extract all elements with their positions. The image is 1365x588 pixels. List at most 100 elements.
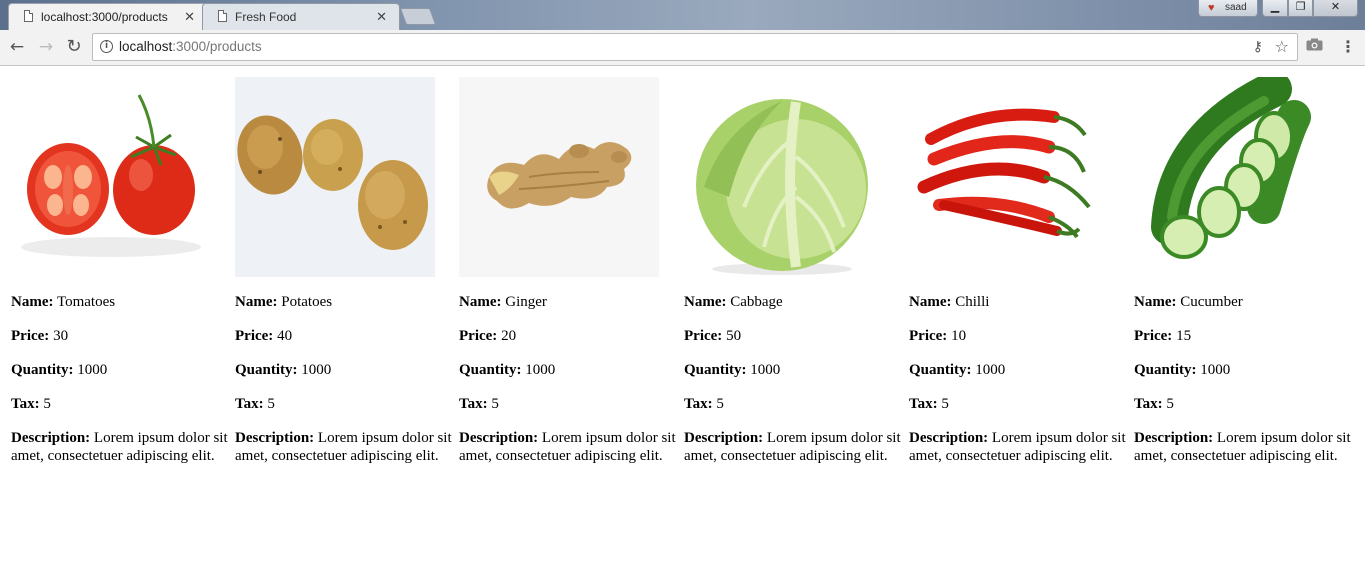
product-quantity: Quantity: 1000 [909,361,1127,379]
product-name: Name: Tomatoes [11,293,229,311]
profile-name: saad [1225,2,1247,13]
tab-fresh-food[interactable]: Fresh Food ✕ [202,3,400,30]
page-icon [218,10,227,22]
product-quantity: Quantity: 1000 [1134,361,1352,379]
profile-button[interactable]: ♥ saad [1198,0,1258,17]
product-description: Description: Lorem ipsum dolor sit amet,… [684,429,902,465]
tax-label: Tax: [235,396,264,412]
description-label: Description: [1134,430,1214,446]
price-value: 50 [726,328,742,344]
name-label: Name: [235,294,278,310]
forward-arrow-icon[interactable]: → [35,36,57,58]
price-value: 30 [53,328,69,344]
description-label: Description: [459,430,539,446]
product-tax: Tax: 5 [909,395,1127,413]
close-tab-icon[interactable]: ✕ [184,4,195,30]
product-card: Name: Tomatoes Price: 30 Quantity: 1000 … [11,77,229,464]
potato-image [235,77,435,277]
product-price: Price: 15 [1134,327,1352,345]
back-arrow-icon[interactable]: ← [6,36,28,58]
product-quantity: Quantity: 1000 [11,361,229,379]
product-name: Name: Cucumber [1134,293,1352,311]
close-tab-icon[interactable]: ✕ [376,4,387,30]
quantity-label: Quantity: [1134,362,1197,378]
name-value: Ginger [505,294,547,310]
product-description: Description: Lorem ipsum dolor sit amet,… [11,429,229,465]
price-label: Price: [1134,328,1173,344]
tomato-image [11,77,211,277]
close-window-button[interactable]: ✕ [1313,0,1358,17]
browser-title-bar: localhost:3000/products ✕ Fresh Food ✕ ♥… [0,0,1365,30]
product-price: Price: 10 [909,327,1127,345]
product-price: Price: 20 [459,327,677,345]
price-value: 10 [951,328,967,344]
description-label: Description: [909,430,989,446]
name-value: Cucumber [1180,294,1243,310]
tax-value: 5 [716,396,724,412]
price-label: Price: [459,328,498,344]
price-value: 40 [277,328,293,344]
product-description: Description: Lorem ipsum dolor sit amet,… [909,429,1127,465]
product-name: Name: Ginger [459,293,677,311]
tax-label: Tax: [684,396,713,412]
product-card: Name: Cucumber Price: 15 Quantity: 1000 … [1134,77,1352,464]
restore-button[interactable]: ❐ [1288,0,1313,17]
name-label: Name: [459,294,502,310]
name-label: Name: [11,294,54,310]
reload-icon[interactable]: ↻ [63,36,85,58]
price-value: 15 [1176,328,1192,344]
profile-icon: ♥ [1208,2,1215,14]
name-value: Chilli [955,294,990,310]
product-quantity: Quantity: 1000 [235,361,453,379]
product-tax: Tax: 5 [1134,395,1352,413]
product-card: Name: Potatoes Price: 40 Quantity: 1000 … [235,77,453,464]
product-description: Description: Lorem ipsum dolor sit amet,… [459,429,677,465]
tax-value: 5 [43,396,51,412]
product-name: Name: Cabbage [684,293,902,311]
product-list: Name: Tomatoes Price: 30 Quantity: 1000 … [0,66,1365,588]
product-tax: Tax: 5 [684,395,902,413]
quantity-label: Quantity: [459,362,522,378]
menu-icon[interactable]: ⋮ [1340,36,1356,58]
name-label: Name: [1134,294,1177,310]
product-price: Price: 30 [11,327,229,345]
tax-label: Tax: [11,396,40,412]
new-tab-button[interactable] [399,8,437,25]
minimize-button[interactable]: ▁ [1262,0,1288,17]
url-host: localhost [119,39,173,54]
tab-products[interactable]: localhost:3000/products ✕ [8,3,208,30]
description-label: Description: [235,430,315,446]
tab-title: Fresh Food [235,10,297,24]
quantity-label: Quantity: [235,362,298,378]
quantity-label: Quantity: [11,362,74,378]
product-description: Description: Lorem ipsum dolor sit amet,… [235,429,453,465]
key-icon[interactable]: ⚷ [1253,34,1263,60]
name-value: Cabbage [730,294,783,310]
price-label: Price: [909,328,948,344]
address-bar[interactable]: i localhost:3000/products ⚷ ☆ [92,33,1298,61]
quantity-value: 1000 [750,362,781,378]
info-icon[interactable]: i [100,40,113,53]
product-tax: Tax: 5 [459,395,677,413]
quantity-value: 1000 [77,362,108,378]
product-tax: Tax: 5 [235,395,453,413]
quantity-label: Quantity: [684,362,747,378]
browser-toolbar: ← → ↻ i localhost:3000/products ⚷ ☆ ⋮ [0,30,1365,66]
camera-icon[interactable] [1306,38,1323,51]
url-path: :3000/products [172,39,262,54]
tax-label: Tax: [1134,396,1163,412]
product-card: Name: Ginger Price: 20 Quantity: 1000 Ta… [459,77,677,464]
product-name: Name: Potatoes [235,293,453,311]
name-value: Potatoes [281,294,333,310]
price-label: Price: [11,328,50,344]
cabbage-image [684,77,884,277]
chilli-image [909,77,1109,277]
name-label: Name: [909,294,952,310]
tab-title: localhost:3000/products [41,10,168,24]
url-text[interactable]: localhost:3000/products [119,34,262,60]
quantity-value: 1000 [975,362,1006,378]
bookmark-star-icon[interactable]: ☆ [1275,34,1289,60]
tax-value: 5 [941,396,949,412]
product-tax: Tax: 5 [11,395,229,413]
quantity-label: Quantity: [909,362,972,378]
